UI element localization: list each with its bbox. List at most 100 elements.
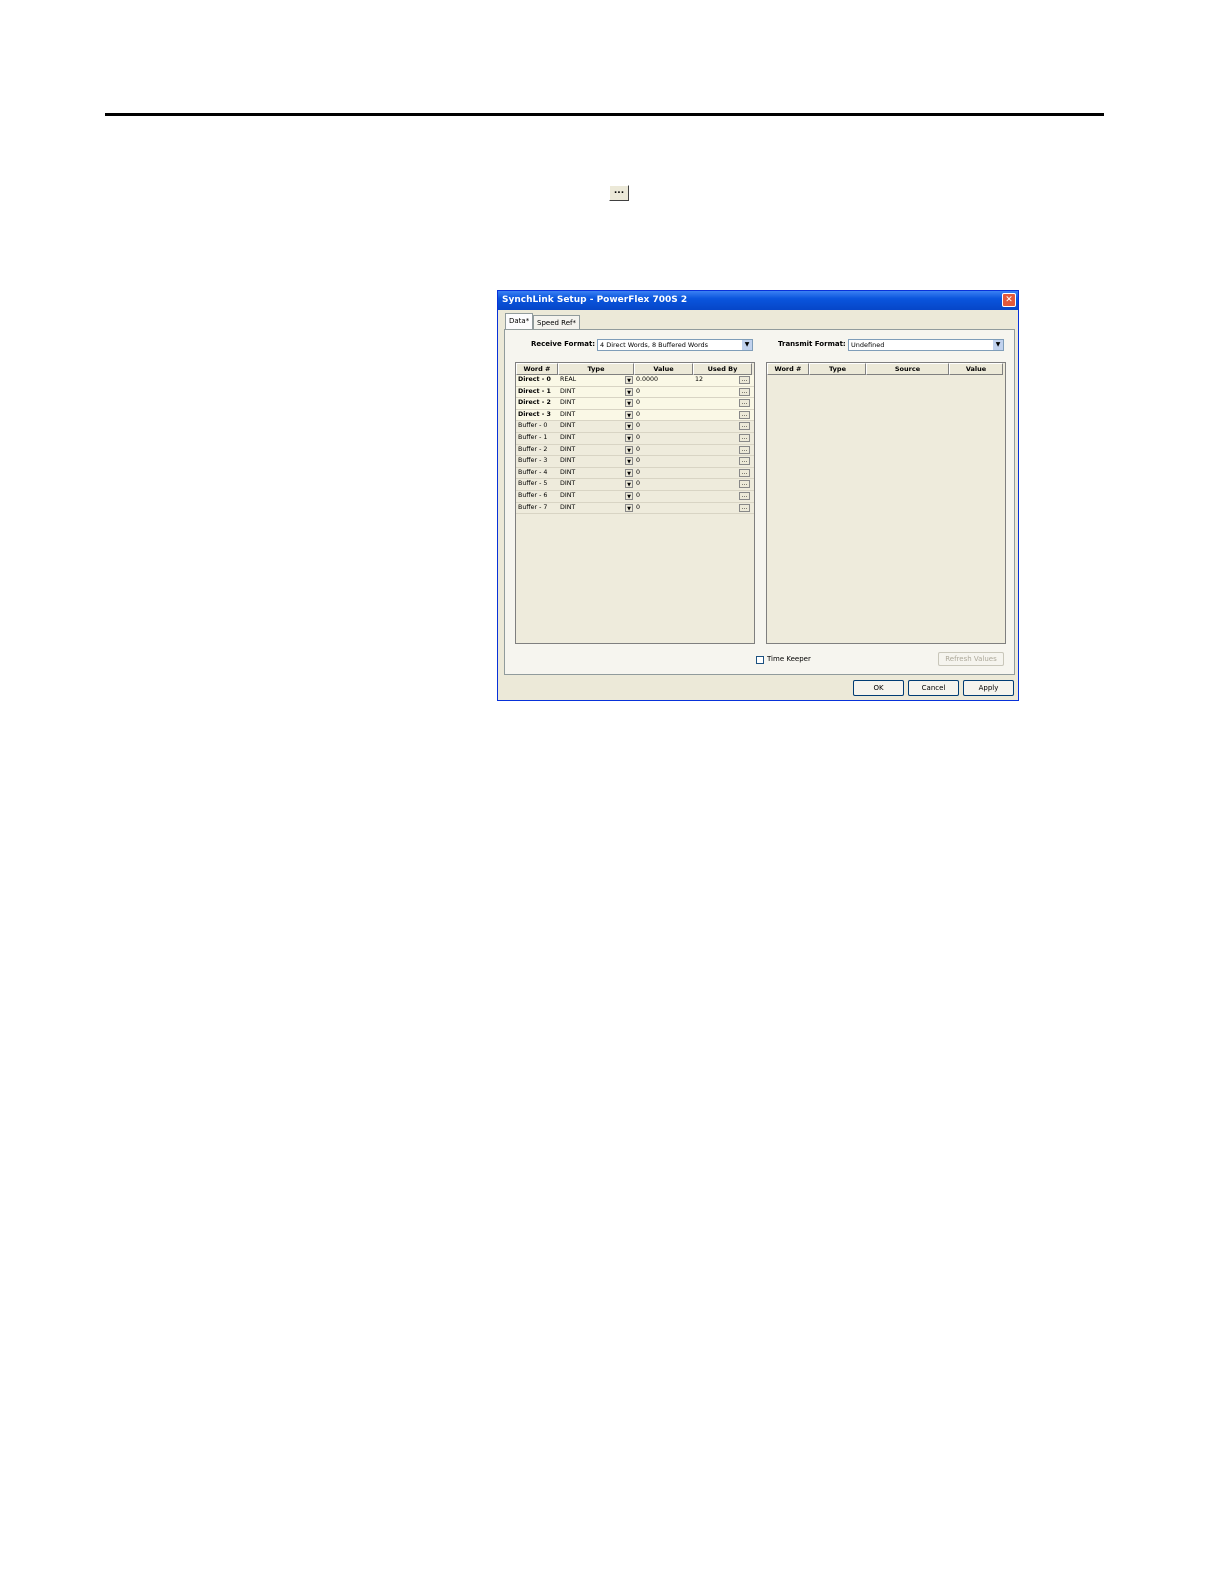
column-header-type[interactable]: Type [558, 363, 634, 375]
type-value: REAL [560, 376, 577, 383]
type-value: DINT [560, 387, 576, 395]
column-header-value[interactable]: Value [634, 363, 693, 375]
transmit-format-select[interactable]: Undefined ▼ [848, 339, 1004, 351]
time-keeper-label: Time Keeper [767, 655, 811, 663]
type-cell[interactable]: DINT ▼ [558, 479, 634, 490]
value-cell[interactable]: 0 [634, 421, 693, 432]
type-cell[interactable]: DINT ▼ [558, 398, 634, 409]
close-icon[interactable]: ✕ [1002, 293, 1016, 307]
table-row[interactable]: Direct - 2 DINT ▼ 0... [516, 398, 754, 410]
type-cell[interactable]: DINT ▼ [558, 503, 634, 514]
ellipsis-button[interactable]: ... [739, 399, 750, 408]
value-cell[interactable]: 0 [634, 445, 693, 456]
column-header-type[interactable]: Type [809, 363, 866, 375]
word-cell: Buffer - 5 [518, 480, 548, 488]
type-cell[interactable]: DINT ▼ [558, 468, 634, 479]
ellipsis-button[interactable]: ... [739, 410, 750, 419]
chevron-down-icon[interactable]: ▼ [625, 445, 633, 454]
chevron-down-icon[interactable]: ▼ [625, 422, 633, 431]
column-header-used-by[interactable]: Used By [693, 363, 752, 375]
value-cell[interactable]: 0.0000 [634, 375, 693, 386]
type-value: DINT [560, 480, 576, 488]
value-cell[interactable]: 0 [634, 387, 693, 398]
apply-button[interactable]: Apply [963, 680, 1014, 696]
used-by-cell: ... [693, 421, 752, 432]
table-row[interactable]: Buffer - 1 DINT ▼ 0... [516, 433, 754, 445]
type-cell[interactable]: DINT ▼ [558, 410, 634, 421]
ellipsis-button[interactable]: ... [739, 422, 750, 431]
used-by-cell: ... [693, 433, 752, 444]
ellipsis-button[interactable]: ... [739, 457, 750, 466]
used-by-value: 12 [695, 376, 704, 383]
column-header-word[interactable]: Word # [516, 363, 558, 375]
chevron-down-icon[interactable]: ▼ [625, 399, 633, 408]
chevron-down-icon[interactable]: ▼ [625, 491, 633, 500]
type-value: DINT [560, 433, 576, 441]
table-row[interactable]: Buffer - 4 DINT ▼ 0... [516, 468, 754, 480]
value-cell[interactable]: 0 [634, 491, 693, 502]
time-keeper-checkbox[interactable] [756, 656, 764, 664]
chevron-down-icon[interactable]: ▼ [625, 480, 633, 489]
chevron-down-icon[interactable]: ▼ [625, 468, 633, 477]
value-cell[interactable]: 0 [634, 468, 693, 479]
type-cell[interactable]: REAL ▼ [558, 375, 634, 386]
ellipsis-button[interactable]: ... [739, 491, 750, 500]
refresh-values-button[interactable]: Refresh Values [938, 652, 1004, 666]
chevron-down-icon[interactable]: ▼ [625, 503, 633, 512]
value-cell[interactable]: 0 [634, 433, 693, 444]
ellipsis-button[interactable]: ... [739, 376, 750, 384]
ellipsis-button[interactable]: ... [739, 433, 750, 442]
value-cell[interactable]: 0 [634, 479, 693, 490]
column-header-word[interactable]: Word # [767, 363, 809, 375]
ok-button[interactable]: OK [853, 680, 904, 696]
ellipsis-button[interactable]: ... [739, 468, 750, 477]
chevron-down-icon[interactable]: ▼ [625, 457, 633, 466]
type-cell[interactable]: DINT ▼ [558, 433, 634, 444]
table-row[interactable]: Buffer - 2 DINT ▼ 0... [516, 445, 754, 457]
receive-format-label: Receive Format: [531, 340, 596, 348]
value-cell[interactable]: 0 [634, 398, 693, 409]
type-value: DINT [560, 410, 576, 418]
chevron-down-icon[interactable]: ▼ [625, 433, 633, 442]
ellipsis-button[interactable]: ... [739, 503, 750, 512]
cancel-button[interactable]: Cancel [908, 680, 959, 696]
chevron-down-icon[interactable]: ▼ [625, 410, 633, 419]
type-cell[interactable]: DINT ▼ [558, 491, 634, 502]
value-cell[interactable]: 0 [634, 410, 693, 421]
type-value: DINT [560, 457, 576, 465]
chevron-down-icon[interactable]: ▼ [742, 340, 752, 350]
table-row[interactable]: Buffer - 3 DINT ▼ 0... [516, 456, 754, 468]
ellipsis-button[interactable]: ... [739, 480, 750, 489]
receive-format-select[interactable]: 4 Direct Words, 8 Buffered Words ▼ [597, 339, 753, 351]
chevron-down-icon[interactable]: ▼ [625, 376, 633, 384]
table-row[interactable]: Direct - 3 DINT ▼ 0... [516, 409, 754, 422]
column-header-source[interactable]: Source [866, 363, 949, 375]
type-cell[interactable]: DINT ▼ [558, 387, 634, 398]
table-row[interactable]: Direct - 1 DINT ▼ 0... [516, 386, 754, 399]
word-cell: Buffer - 0 [518, 422, 548, 430]
value-cell[interactable]: 0 [634, 503, 693, 514]
ellipsis-button[interactable]: ... [739, 445, 750, 454]
synchlink-setup-dialog: SynchLink Setup - PowerFlex 700S 2 ✕ Dat… [497, 290, 1019, 701]
type-value: DINT [560, 491, 576, 499]
type-value: DINT [560, 399, 576, 407]
type-cell[interactable]: DINT ▼ [558, 456, 634, 467]
table-row[interactable]: Buffer - 5 DINT ▼ 0... [516, 479, 754, 491]
word-cell: Direct - 3 [518, 410, 551, 418]
type-cell[interactable]: DINT ▼ [558, 445, 634, 456]
receive-table-header: Word # Type Value Used By [516, 363, 754, 375]
table-row[interactable]: Direct - 0 REAL ▼ 0.0000 12... [516, 375, 754, 387]
chevron-down-icon[interactable]: ▼ [993, 340, 1003, 350]
transmit-format-value: Undefined [851, 341, 885, 349]
tab-data[interactable]: Data* [505, 313, 534, 329]
type-cell[interactable]: DINT ▼ [558, 421, 634, 432]
column-header-value[interactable]: Value [949, 363, 1003, 375]
used-by-cell: ... [693, 479, 752, 490]
chevron-down-icon[interactable]: ▼ [625, 387, 633, 396]
table-row[interactable]: Buffer - 6 DINT ▼ 0... [516, 491, 754, 503]
value-cell[interactable]: 0 [634, 456, 693, 467]
ellipsis-button[interactable]: ... [739, 387, 750, 396]
tab-speed-ref[interactable]: Speed Ref* [533, 315, 580, 329]
table-row[interactable]: Buffer - 0 DINT ▼ 0... [516, 421, 754, 433]
table-row[interactable]: Buffer - 7 DINT ▼ 0... [516, 503, 754, 515]
